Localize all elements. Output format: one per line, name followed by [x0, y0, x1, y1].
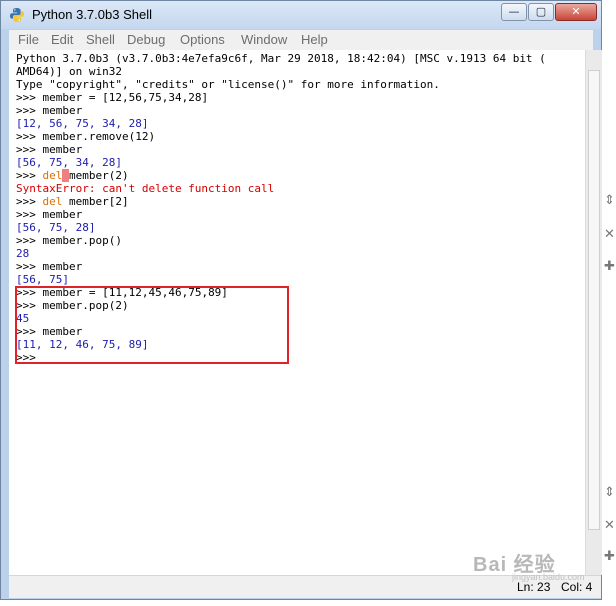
add-pane-icon[interactable]: ✚: [604, 259, 615, 274]
output-text: [12, 56, 75, 34, 28]: [16, 117, 149, 130]
minimize-button[interactable]: —: [501, 3, 527, 21]
menu-file[interactable]: File: [18, 32, 39, 47]
output-text: [56, 75, 28]: [16, 221, 96, 234]
shell-text: Python 3.7.0b3 (v3.7.0b3:4e7efa9c6f, Mar…: [16, 52, 546, 65]
shell-line: >>> member: [16, 208, 546, 221]
shell-line: >>> member.pop(): [16, 234, 546, 247]
maximize-button[interactable]: ▢: [528, 3, 554, 21]
output-text: 28: [16, 247, 30, 260]
output-text: [56, 75]: [16, 273, 69, 286]
window-title: Python 3.7.0b3 Shell: [32, 7, 152, 22]
close-button[interactable]: ✕: [555, 3, 597, 21]
shell-text: >>>: [16, 91, 43, 104]
status-column: Col: 4: [561, 580, 593, 594]
close-pane-icon[interactable]: ✕: [604, 518, 615, 533]
close-pane-icon[interactable]: ✕: [604, 227, 615, 242]
shell-line: >>> member: [16, 143, 546, 156]
menu-window[interactable]: Window: [241, 32, 287, 47]
scrollbar-thumb[interactable]: [588, 70, 600, 530]
shell-text: >>>: [16, 208, 43, 221]
shell-line: [56, 75]: [16, 273, 546, 286]
shell-line: >>> del member[2]: [16, 195, 546, 208]
add-pane-icon[interactable]: ✚: [604, 549, 615, 564]
shell-text: member.remove(12): [42, 130, 156, 143]
shell-text: member[2]: [62, 195, 129, 208]
shell-text: >>>: [16, 169, 43, 182]
shell-line: >>> del member(2): [16, 169, 546, 182]
output-text: [56, 75, 34, 28]: [16, 156, 122, 169]
menu-help[interactable]: Help: [301, 32, 328, 47]
shell-text: member(2): [69, 169, 129, 182]
shell-text: >>>: [16, 104, 43, 117]
title-bar[interactable]: Python 3.7.0b3 Shell — ▢ ✕: [1, 1, 601, 29]
shell-text: >>>: [16, 195, 43, 208]
python-logo-icon: [10, 8, 24, 22]
error-cursor-marker: [62, 169, 69, 182]
shell-line: Python 3.7.0b3 (v3.7.0b3:4e7efa9c6f, Mar…: [16, 52, 546, 65]
idle-shell-window: Python 3.7.0b3 Shell — ▢ ✕ File Edit She…: [0, 0, 602, 600]
shell-text: member: [42, 143, 83, 156]
keyword-text: del: [42, 169, 63, 182]
shell-line: AMD64)] on win32: [16, 65, 546, 78]
shell-line: >>> member.remove(12): [16, 130, 546, 143]
shell-line: [56, 75, 28]: [16, 221, 546, 234]
shell-line: Type "copyright", "credits" or "license(…: [16, 78, 546, 91]
shell-line: SyntaxError: can't delete function call: [16, 182, 546, 195]
shell-line: [12, 56, 75, 34, 28]: [16, 117, 546, 130]
menu-bar: File Edit Shell Debug Options Window Hel…: [9, 30, 593, 51]
status-line: Ln: 23: [517, 580, 551, 594]
shell-text: AMD64)] on win32: [16, 65, 122, 78]
shell-text: member: [42, 104, 83, 117]
shell-line: 28: [16, 247, 546, 260]
shell-line: >>> member: [16, 260, 546, 273]
shell-text: member = [12,56,75,34,28]: [42, 91, 209, 104]
shell-text: Type "copyright", "credits" or "license(…: [16, 78, 440, 91]
baidu-watermark-url: jingyan.baidu.com: [512, 572, 585, 582]
shell-text: >>>: [16, 234, 43, 247]
menu-edit[interactable]: Edit: [51, 32, 73, 47]
highlight-annotation-box: [15, 286, 289, 364]
keyword-text: del: [42, 195, 63, 208]
shell-text: >>>: [16, 260, 43, 273]
shell-text: member: [42, 260, 83, 273]
menu-debug[interactable]: Debug: [127, 32, 165, 47]
shell-line: [56, 75, 34, 28]: [16, 156, 546, 169]
shell-text: member: [42, 208, 83, 221]
vertical-scrollbar[interactable]: [585, 50, 602, 575]
menu-options[interactable]: Options: [180, 32, 225, 47]
shell-text: >>>: [16, 143, 43, 156]
shell-text: member.pop(): [42, 234, 122, 247]
resize-handle-icon[interactable]: ⇕: [604, 485, 615, 500]
resize-handle-icon[interactable]: ⇕: [604, 193, 615, 208]
shell-line: >>> member: [16, 104, 546, 117]
shell-text: >>>: [16, 130, 43, 143]
error-text: SyntaxError: can't delete function call: [16, 182, 275, 195]
menu-shell[interactable]: Shell: [86, 32, 115, 47]
shell-text-area[interactable]: Python 3.7.0b3 (v3.7.0b3:4e7efa9c6f, Mar…: [9, 50, 585, 575]
shell-line: >>> member = [12,56,75,34,28]: [16, 91, 546, 104]
